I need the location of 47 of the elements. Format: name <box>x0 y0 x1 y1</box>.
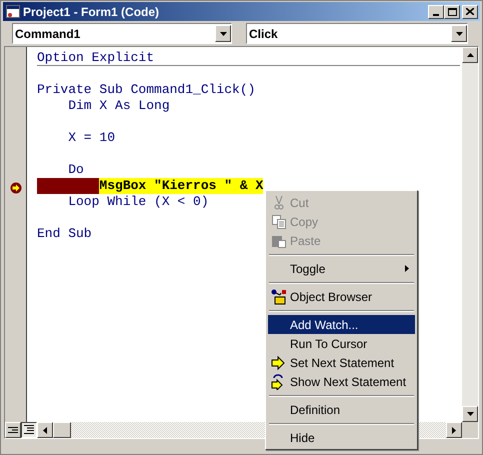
code-line: Private Sub Command1_Click() <box>37 82 256 98</box>
scroll-down-button[interactable] <box>462 406 478 422</box>
copy-icon <box>271 214 287 230</box>
code-line: End Sub <box>37 226 92 242</box>
menu-item[interactable]: Add Watch... <box>268 315 415 334</box>
lines-icon <box>8 427 18 433</box>
execution-point-icon <box>10 182 22 194</box>
execution-highlight <box>37 178 100 194</box>
code-line: Loop While (X < 0) <box>67 194 209 210</box>
menu-item[interactable]: Object Browser <box>268 287 415 306</box>
down-arrow-icon <box>466 412 474 416</box>
code-line: Option Explicit <box>37 50 154 65</box>
close-icon <box>466 8 474 15</box>
scroll-up-button[interactable] <box>462 47 478 63</box>
scroll-right-button[interactable] <box>446 422 462 438</box>
shapes-icon <box>271 288 287 304</box>
full-module-view-button[interactable] <box>21 422 37 438</box>
window-title: Project1 - Form1 (Code) <box>23 4 160 20</box>
code-line: Do <box>67 162 84 178</box>
right-arrow-icon <box>452 426 456 434</box>
dropdown-value: Click <box>249 26 278 42</box>
menu-item[interactable]: Hide <box>268 428 415 447</box>
procedure-dropdown[interactable]: Click <box>246 23 468 44</box>
scroll-left-button[interactable] <box>37 422 53 438</box>
menu-item[interactable]: Show Next Statement <box>268 372 415 391</box>
scroll-thumb[interactable] <box>53 422 71 438</box>
submenu-arrow-icon <box>405 265 409 272</box>
close-button[interactable] <box>462 4 478 18</box>
procedure-view-button[interactable] <box>5 422 21 438</box>
dropdown-value: Command1 <box>15 26 80 42</box>
minimize-button[interactable] <box>428 4 444 18</box>
up-arrow-icon <box>466 53 474 57</box>
left-arrow-icon <box>43 426 47 434</box>
maximize-icon <box>448 8 456 16</box>
menu-item[interactable]: Toggle <box>268 259 415 278</box>
object-dropdown[interactable]: Command1 <box>12 23 232 44</box>
form-icon <box>6 5 20 18</box>
code-line: Dim X As Long <box>67 98 170 114</box>
size-grip[interactable] <box>462 422 478 438</box>
lines-icon <box>24 425 34 435</box>
menu-item[interactable]: Set Next Statement <box>268 353 415 372</box>
menu-item[interactable]: Run To Cursor <box>268 334 415 353</box>
minimize-icon <box>433 14 439 16</box>
maximize-button[interactable] <box>444 4 460 18</box>
code-line: X = 10 <box>67 130 116 146</box>
arrow-icon <box>271 354 287 370</box>
menu-item[interactable]: Definition <box>268 400 415 419</box>
